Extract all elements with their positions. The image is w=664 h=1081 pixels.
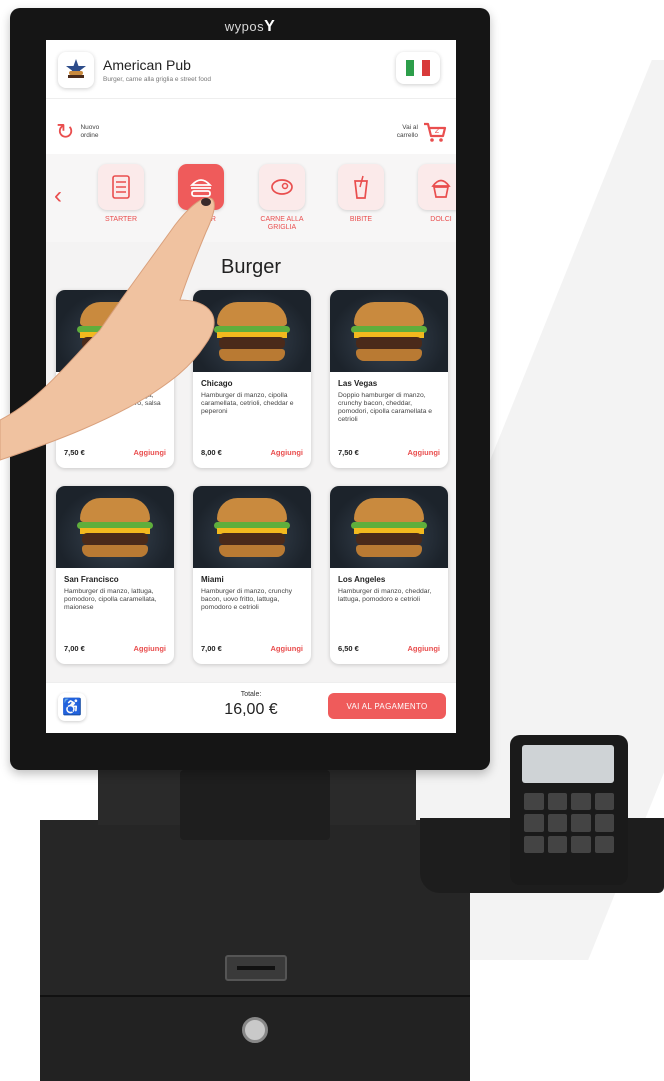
add-button[interactable]: Aggiungi bbox=[134, 644, 167, 653]
brand-logo: wyposY bbox=[10, 18, 490, 36]
product-card[interactable]: Miami Hamburger di manzo, crunchy bacon,… bbox=[193, 486, 311, 664]
product-price: 6,50 € bbox=[338, 644, 359, 653]
product-photo bbox=[56, 290, 174, 372]
product-grid: Hamburger di manzo, lattuga, cipolle, ce… bbox=[56, 290, 448, 664]
brand-name: wypos bbox=[224, 19, 265, 34]
product-price: 7,50 € bbox=[338, 448, 359, 457]
add-button[interactable]: Aggiungi bbox=[271, 644, 304, 653]
cupcake-icon bbox=[418, 164, 456, 210]
add-button[interactable]: Aggiungi bbox=[134, 448, 167, 457]
cabinet-lock-icon bbox=[242, 1017, 268, 1043]
category-label: STARTER bbox=[104, 216, 138, 223]
product-description: Hamburger di manzo, lattuga, pomodoro, c… bbox=[64, 588, 157, 611]
add-button[interactable]: Aggiungi bbox=[271, 448, 304, 457]
product-name: Chicago bbox=[201, 379, 233, 388]
product-photo bbox=[193, 290, 311, 372]
store-name: American Pub bbox=[103, 57, 191, 73]
barcode-reader bbox=[225, 955, 287, 981]
footer-bar: ♿ Totale: 16,00 € VAI AL PAGAMENTO bbox=[46, 682, 456, 733]
language-button[interactable] bbox=[396, 52, 440, 84]
product-card[interactable]: Los Angeles Hamburger di manzo, cheddar,… bbox=[330, 486, 448, 664]
product-photo bbox=[193, 486, 311, 568]
steak-icon bbox=[259, 164, 305, 210]
action-bar: ↻ Nuovo ordine Vai al carrello 2 bbox=[46, 98, 456, 154]
product-card[interactable]: Chicago Hamburger di manzo, cipolla cara… bbox=[193, 290, 311, 468]
category-label: CARNE ALLA GRIGLIA bbox=[260, 216, 304, 231]
starter-icon bbox=[98, 164, 144, 210]
payment-terminal-keypad bbox=[524, 793, 614, 853]
product-card[interactable]: Las Vegas Doppio hamburger di manzo, cru… bbox=[330, 290, 448, 468]
store-logo-icon bbox=[58, 52, 94, 88]
product-name: Miami bbox=[201, 575, 224, 584]
cart-label: Vai al carrello bbox=[396, 124, 418, 139]
product-price: 7,50 € bbox=[64, 448, 85, 457]
category-bar: ‹ STARTER BURGER CARNE ALLA GRIGLIA BIBI… bbox=[46, 154, 456, 242]
italy-flag-icon bbox=[406, 60, 430, 76]
kiosk-scene: wyposY American Pub Burger, carne alla g… bbox=[0, 0, 664, 1081]
product-card[interactable]: Hamburger di manzo, lattuga, cipolle, ce… bbox=[56, 290, 174, 468]
category-starter[interactable]: STARTER bbox=[90, 164, 152, 224]
product-description: Hamburger di manzo, cipolla caramellata,… bbox=[201, 392, 294, 415]
category-grilled-meat[interactable]: CARNE ALLA GRIGLIA bbox=[251, 164, 313, 232]
category-drinks[interactable]: BIBITE bbox=[330, 164, 392, 224]
drink-icon bbox=[338, 164, 384, 210]
product-description: Hamburger di manzo, lattuga, cipolle, ce… bbox=[64, 392, 161, 415]
kiosk-stand-column bbox=[180, 770, 330, 840]
refresh-icon: ↻ bbox=[56, 119, 75, 144]
header: American Pub Burger, carne alla griglia … bbox=[46, 40, 456, 98]
product-name: San Francisco bbox=[64, 575, 119, 584]
burger-icon bbox=[178, 164, 224, 210]
product-photo bbox=[330, 290, 448, 372]
category-label: BIBITE bbox=[349, 216, 373, 223]
brand-mark: Y bbox=[264, 18, 276, 35]
category-label: BURGER bbox=[186, 216, 216, 223]
product-description: Hamburger di manzo, crunchy bacon, uovo … bbox=[201, 588, 293, 611]
checkout-button[interactable]: VAI AL PAGAMENTO bbox=[328, 693, 446, 719]
cart-count: 2 bbox=[435, 126, 440, 135]
product-price: 7,00 € bbox=[64, 644, 85, 653]
cart-button[interactable]: Vai al carrello 2 bbox=[388, 119, 448, 145]
add-button[interactable]: Aggiungi bbox=[408, 448, 441, 457]
product-description: Hamburger di manzo, cheddar, lattuga, po… bbox=[338, 588, 432, 603]
product-photo bbox=[56, 486, 174, 568]
add-button[interactable]: Aggiungi bbox=[408, 644, 441, 653]
kiosk-screen: American Pub Burger, carne alla griglia … bbox=[46, 40, 456, 733]
product-price: 7,00 € bbox=[201, 644, 222, 653]
category-desserts[interactable]: DOLCI bbox=[410, 164, 456, 224]
payment-terminal-screen bbox=[522, 745, 614, 783]
product-card[interactable]: San Francisco Hamburger di manzo, lattug… bbox=[56, 486, 174, 664]
store-subtitle: Burger, carne alla griglia e street food bbox=[103, 76, 212, 83]
product-price: 8,00 € bbox=[201, 448, 222, 457]
section-title: Burger bbox=[220, 256, 282, 278]
product-name: Las Vegas bbox=[338, 379, 378, 388]
product-photo bbox=[330, 486, 448, 568]
category-label: DOLCI bbox=[430, 216, 452, 223]
product-name: Los Angeles bbox=[338, 575, 386, 584]
payment-terminal bbox=[510, 735, 628, 885]
cart-icon: 2 bbox=[424, 122, 447, 142]
new-order-label: Nuovo ordine bbox=[80, 124, 100, 139]
product-description: Doppio hamburger di manzo, crunchy bacon… bbox=[338, 392, 433, 423]
category-burger[interactable]: BURGER bbox=[170, 164, 232, 224]
new-order-button[interactable]: ↻ Nuovo ordine bbox=[56, 121, 110, 143]
chevron-left-icon[interactable]: ‹ bbox=[54, 184, 62, 208]
